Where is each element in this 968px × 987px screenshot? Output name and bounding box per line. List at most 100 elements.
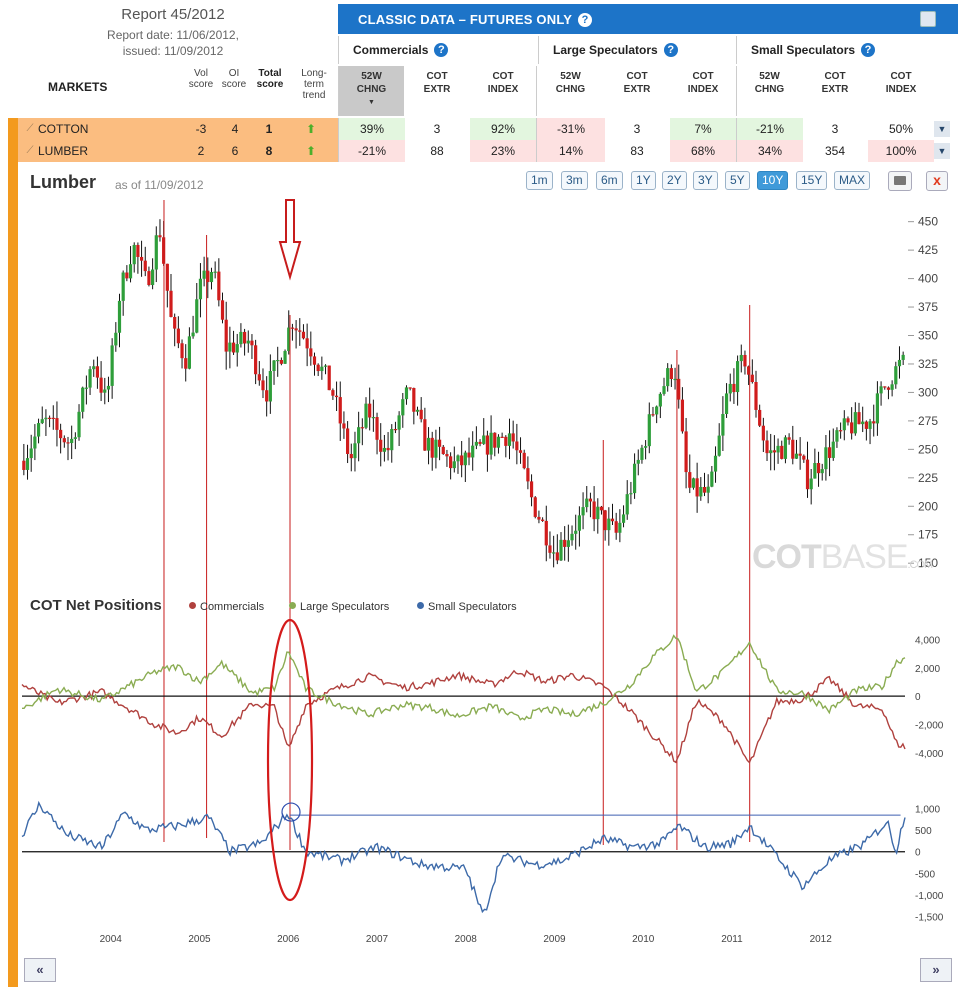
candle (724, 393, 729, 415)
candle (224, 319, 228, 352)
candle (680, 399, 685, 432)
candle (526, 468, 530, 482)
candle (331, 390, 335, 396)
candle (125, 272, 129, 279)
candle (364, 403, 368, 428)
candle (139, 256, 144, 261)
candle (375, 417, 379, 440)
candle (474, 441, 478, 446)
candle (644, 446, 648, 448)
candle (47, 417, 52, 419)
candle (563, 539, 567, 547)
candle (371, 417, 375, 419)
candle (489, 432, 493, 455)
y-tick-label: 275 (918, 414, 938, 428)
candle (353, 443, 357, 459)
candle (552, 552, 556, 554)
candle (294, 328, 298, 331)
candle (839, 430, 843, 432)
legend-large-speculators[interactable]: Large Speculators (289, 601, 389, 613)
candle (890, 384, 894, 390)
candle (154, 235, 158, 270)
candle (599, 506, 604, 511)
candle (412, 387, 416, 412)
candle (732, 383, 736, 393)
candle (70, 438, 74, 444)
legend-small-speculators[interactable]: Small Speculators (417, 601, 517, 613)
legend-commercials[interactable]: Commercials (189, 601, 264, 613)
candle (805, 459, 810, 490)
candle (673, 378, 677, 381)
candle (735, 361, 740, 393)
candle (209, 272, 214, 283)
candle (493, 432, 497, 448)
y-tick-label: 250 (918, 442, 938, 456)
candle (706, 486, 710, 493)
cot-net-title: COT Net Positions (30, 597, 162, 614)
candle (577, 515, 581, 531)
y-tick-label: 200 (918, 499, 938, 513)
candle (110, 345, 114, 386)
candle (478, 441, 482, 444)
candle (570, 533, 574, 541)
candle (445, 454, 449, 457)
y-tick-label: 1,000 (915, 805, 940, 816)
candle (327, 365, 331, 391)
prev-button[interactable]: « (24, 958, 56, 982)
candle (460, 455, 464, 466)
candle (198, 278, 203, 300)
legend-dot-icon (417, 602, 424, 609)
candle (861, 421, 865, 425)
candle (437, 439, 442, 447)
candle (710, 471, 714, 487)
candle (217, 271, 221, 301)
candle (99, 377, 103, 393)
candle (265, 390, 269, 402)
x-tick-label: 2006 (277, 934, 300, 945)
candle (73, 437, 77, 439)
candle (386, 447, 390, 451)
candle (897, 359, 902, 367)
candle (334, 395, 339, 398)
candle (511, 433, 515, 442)
series-line-commercials (21, 669, 906, 764)
lumber-chart: 150175200225250275300325350375400425450 … (21, 199, 944, 945)
candle (242, 331, 247, 344)
candle (585, 498, 589, 508)
candle (607, 518, 611, 531)
candle (316, 364, 320, 372)
candle (279, 359, 283, 364)
candle (603, 510, 607, 531)
next-button[interactable]: » (920, 958, 952, 982)
y-tick-label: 450 (918, 215, 938, 229)
candle (537, 516, 541, 520)
candle (776, 445, 780, 453)
candle (548, 545, 552, 553)
candle (621, 514, 626, 523)
candle (883, 386, 887, 388)
candle (81, 387, 85, 412)
candle (544, 520, 548, 546)
x-tick-label: 2007 (366, 934, 389, 945)
candle (147, 271, 151, 286)
y-tick-label: 425 (918, 243, 938, 257)
candle (496, 436, 501, 448)
candle (640, 447, 644, 460)
candle (220, 300, 225, 320)
candle (33, 436, 37, 449)
candle (636, 459, 640, 464)
candle (813, 463, 817, 479)
candle (596, 506, 600, 520)
series-line-large-speculators (22, 634, 906, 721)
candle (592, 501, 596, 520)
candle (610, 518, 615, 522)
candle (283, 351, 287, 364)
candle (128, 264, 133, 279)
candle (875, 393, 880, 424)
candle (22, 460, 26, 470)
candle (84, 387, 88, 389)
candle (390, 429, 394, 451)
candle (338, 397, 342, 424)
candle (618, 522, 622, 533)
candle (404, 387, 409, 400)
